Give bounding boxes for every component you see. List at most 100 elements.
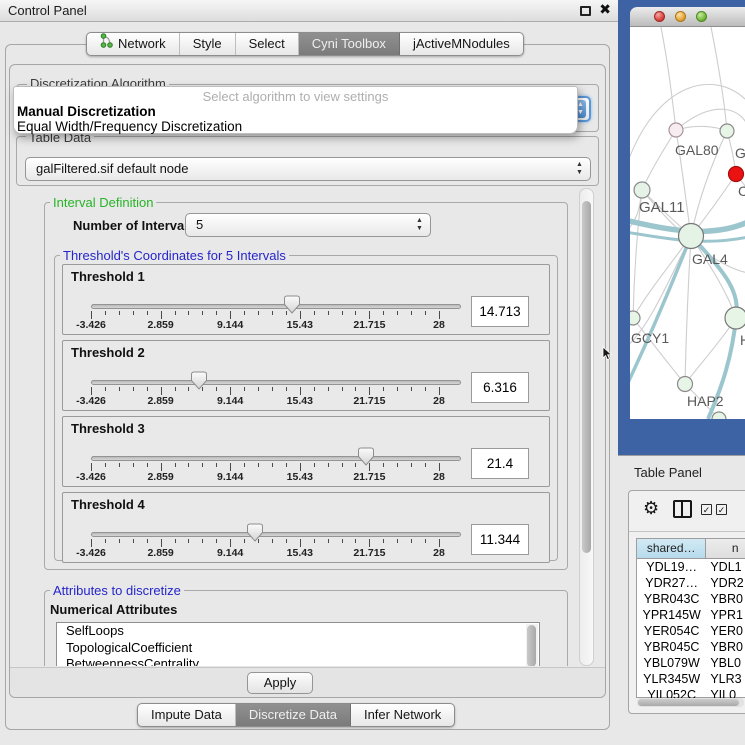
threshold-4-value[interactable]: 11.344 (471, 524, 529, 555)
tick-mark (314, 463, 315, 467)
checkbox-icon[interactable]: ✓ (701, 504, 712, 515)
threshold-2-slider[interactable] (91, 380, 461, 385)
tick-mark (216, 311, 217, 315)
tick-mark (216, 463, 217, 467)
table-row[interactable]: YPR145WYPR1 (637, 607, 745, 623)
popup-placeholder-item[interactable]: Select algorithm to view settings (14, 89, 577, 104)
number-of-intervals-combo[interactable]: 5 ▲▼ (185, 213, 431, 237)
minimize-traffic-light-icon[interactable] (675, 11, 686, 22)
attributes-group-label: Attributes to discretize (50, 583, 184, 598)
tick-mark (91, 387, 92, 395)
table-data-combo[interactable]: galFiltered.sif default node ▲▼ (25, 157, 591, 181)
mode-tab-infer-network[interactable]: Infer Network (351, 704, 454, 726)
cell-shared-name[interactable]: YBR045C (637, 639, 706, 655)
settings-scrollbar[interactable] (579, 188, 594, 666)
cell-shared-name[interactable]: YDL19… (637, 559, 706, 575)
tab-style[interactable]: Style (180, 33, 236, 55)
popup-item-manual-discretization[interactable]: Manual Discretization (17, 104, 156, 119)
tick-mark (397, 387, 398, 391)
threshold-2-value[interactable]: 6.316 (471, 372, 529, 403)
table-row[interactable]: YLR345WYLR3 (637, 671, 745, 687)
threshold-3-slider-thumb[interactable] (358, 447, 374, 466)
cell-name[interactable]: YPR1 (706, 607, 745, 623)
column-header-shared-name[interactable]: shared… (637, 539, 706, 559)
close-traffic-light-icon[interactable] (654, 11, 665, 22)
threshold-2-slider-thumb[interactable] (191, 371, 207, 390)
checkbox-icon[interactable]: ✓ (716, 504, 727, 515)
tab-cyni-toolbox[interactable]: Cyni Toolbox (299, 33, 400, 55)
tick-label: 2.859 (147, 395, 173, 407)
table-row[interactable]: YER054CYER0 (637, 623, 745, 639)
table-row[interactable]: YBL079WYBL0 (637, 655, 745, 671)
node-selected-red (729, 167, 744, 182)
threshold-1-slider-thumb[interactable] (284, 295, 300, 314)
cell-shared-name[interactable]: YPR145W (637, 607, 706, 623)
tick-mark (188, 387, 189, 391)
attribute-item[interactable]: SelfLoops (57, 623, 539, 640)
tick-mark (369, 387, 370, 395)
cell-name[interactable]: YDL1 (706, 559, 745, 575)
threshold-4-slider-thumb[interactable] (247, 523, 263, 542)
tick-mark (300, 463, 301, 471)
slider-tick-labels: -3.4262.8599.14415.4321.71528 (91, 547, 439, 559)
tab-select[interactable]: Select (236, 33, 299, 55)
tick-mark (244, 539, 245, 543)
threshold-1-slider[interactable] (91, 304, 461, 309)
cell-name[interactable]: YBR0 (706, 639, 745, 655)
table-panel-title: Table Panel (634, 465, 702, 480)
cell-name[interactable]: YER0 (706, 623, 745, 639)
zoom-traffic-light-icon[interactable] (696, 11, 707, 22)
node-hap2 (678, 377, 693, 392)
network-canvas[interactable]: GAL80 GA C GAL11 GAL4 GCY1 H HAP2 (630, 27, 745, 419)
threshold-4-slider[interactable] (91, 532, 461, 537)
tick-mark (258, 311, 259, 315)
cell-name[interactable]: YBR0 (706, 591, 745, 607)
column-header-name[interactable]: n (706, 539, 745, 559)
tab-jactivemnodules[interactable]: jActiveMNodules (400, 33, 523, 55)
label-ga-partial: GA (735, 145, 745, 161)
tab-network[interactable]: Network (87, 33, 180, 55)
threshold-3-slider[interactable] (91, 456, 461, 461)
tick-mark (355, 311, 356, 315)
tick-mark (188, 463, 189, 467)
tick-mark (91, 539, 92, 547)
attribute-item[interactable]: TopologicalCoefficient (57, 640, 539, 657)
close-icon[interactable]: ✖ (599, 2, 611, 18)
cell-name[interactable]: YDR2 (706, 575, 745, 591)
attributes-scrollbar[interactable] (526, 624, 538, 668)
table-row[interactable]: YBR045CYBR0 (637, 639, 745, 655)
table-row[interactable]: YBR043CYBR0 (637, 591, 745, 607)
tick-mark (286, 463, 287, 467)
mode-tab-impute-data[interactable]: Impute Data (138, 704, 236, 726)
tick-mark (425, 463, 426, 467)
tick-mark (119, 539, 120, 543)
table-hscrollbar[interactable] (637, 698, 744, 707)
tab-label: Select (249, 33, 285, 55)
threshold-3-value[interactable]: 21.4 (471, 448, 529, 479)
table-row[interactable]: YDL19…YDL1 (637, 559, 745, 575)
gear-icon[interactable]: ⚙ (643, 499, 659, 519)
tick-mark (272, 387, 273, 391)
cell-name[interactable]: YLR3 (706, 671, 745, 687)
apply-button[interactable]: Apply (247, 672, 313, 694)
tick-mark (286, 539, 287, 543)
cell-shared-name[interactable]: YBR043C (637, 591, 706, 607)
tick-label: -3.426 (76, 395, 106, 407)
cell-shared-name[interactable]: YBL079W (637, 655, 706, 671)
table-row[interactable]: YDR27…YDR2 (637, 575, 745, 591)
float-window-icon[interactable] (580, 6, 591, 16)
cell-shared-name[interactable]: YLR345W (637, 671, 706, 687)
network-window-titlebar[interactable] (630, 7, 745, 27)
tick-mark (119, 463, 120, 467)
network-nodes[interactable] (630, 123, 745, 419)
tick-mark (91, 463, 92, 471)
cell-shared-name[interactable]: YDR27… (637, 575, 706, 591)
tick-label: 21.715 (353, 319, 385, 331)
mode-tab-discretize-data[interactable]: Discretize Data (236, 704, 351, 726)
column-layout-icon[interactable] (673, 500, 692, 518)
threshold-1-value[interactable]: 14.713 (471, 296, 529, 327)
cell-shared-name[interactable]: YER054C (637, 623, 706, 639)
cell-name[interactable]: YBL0 (706, 655, 745, 671)
numerical-attributes-list[interactable]: SelfLoopsTopologicalCoefficientBetweenne… (56, 622, 540, 668)
popup-item-equal-width[interactable]: Equal Width/Frequency Discretization (17, 119, 242, 134)
